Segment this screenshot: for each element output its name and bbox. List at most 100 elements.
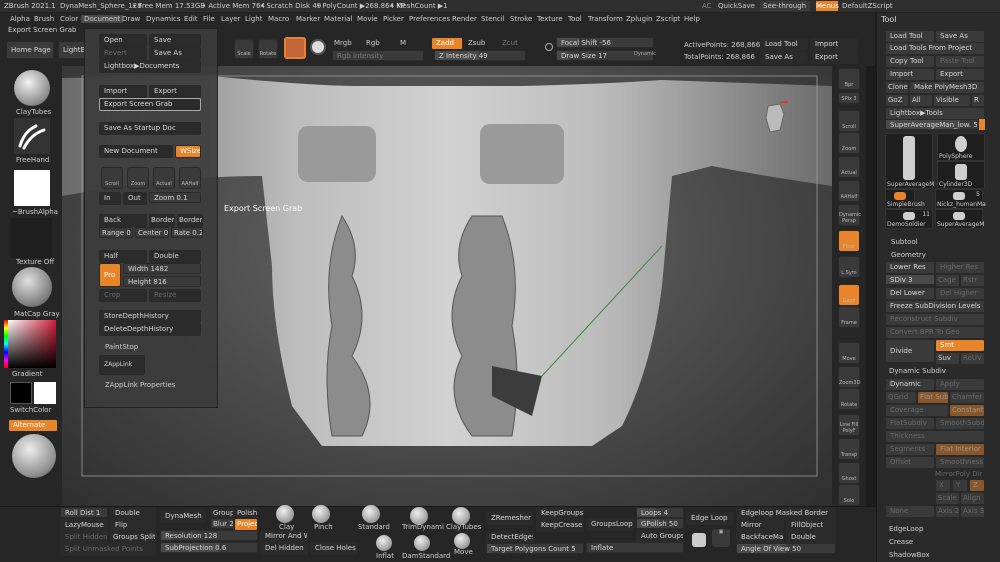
sdiv-slider[interactable]: SDiv 3	[885, 274, 935, 285]
copy-tool-button[interactable]: Copy Tool	[885, 55, 935, 68]
goz-button[interactable]: GoZ	[885, 94, 909, 107]
resolution-slider[interactable]: Resolution 128	[160, 530, 258, 541]
secondary-color-swatch[interactable]	[34, 382, 56, 404]
offset-slider[interactable]: Offset	[885, 456, 935, 469]
clone-button[interactable]: Clone	[885, 81, 909, 94]
scale-toggle[interactable]: Scale	[935, 492, 960, 505]
zoom-out-button[interactable]: Out	[123, 192, 147, 205]
menu-transform[interactable]: Transform	[588, 15, 623, 23]
r-button[interactable]: R	[971, 94, 985, 107]
tool-thumb[interactable]: SuperAverageM	[885, 133, 934, 189]
crop-button[interactable]: Crop	[99, 289, 147, 302]
pinch-brush-icon[interactable]	[312, 505, 330, 523]
half-button[interactable]: Half	[99, 250, 147, 263]
rotate-button[interactable]: Rotate	[258, 39, 278, 59]
bottom-material-sphere-icon[interactable]	[12, 434, 56, 478]
save-startup-doc-button[interactable]: Save As Startup Doc	[99, 122, 201, 135]
shelf-ghost-button[interactable]: Ghost	[838, 462, 860, 484]
convert-bpr-button[interactable]: Convert BPR To Geo	[885, 326, 985, 339]
close-holes-button[interactable]: Close Holes	[310, 542, 358, 555]
width-slider[interactable]: Width 1482	[123, 263, 201, 274]
primary-color-swatch[interactable]	[10, 382, 32, 404]
reuv-button[interactable]: ReUV	[960, 352, 985, 365]
qgrid-slider[interactable]: QGrid	[885, 391, 917, 404]
menu-movie[interactable]: Movie	[357, 15, 378, 23]
del-lower-button[interactable]: Del Lower	[885, 287, 935, 300]
focal-shift-slider[interactable]: Focal Shift -56	[556, 37, 654, 48]
rgb-toggle[interactable]: Rgb	[366, 39, 380, 47]
material-sphere-icon[interactable]	[284, 37, 306, 59]
revert-button[interactable]: Revert	[99, 47, 147, 60]
shadowbox-section[interactable]: ShadowBox	[889, 551, 930, 559]
target-polygons-slider[interactable]: Target Polygons Count 5	[486, 543, 584, 554]
none-toggle[interactable]: None	[885, 505, 935, 518]
shelf-rotate-button[interactable]: Rotate	[838, 388, 860, 410]
menu-dynamics[interactable]: Dynamics	[146, 15, 181, 23]
menu-zscript[interactable]: Zscript	[656, 15, 680, 23]
import-button[interactable]: Import	[810, 38, 858, 51]
menu-texture[interactable]: Texture	[537, 15, 563, 23]
all-button[interactable]: All	[909, 94, 933, 107]
menu-zplugin[interactable]: Zplugin	[626, 15, 652, 23]
shelf-solo-button[interactable]: Solo	[838, 484, 860, 506]
menu-layer[interactable]: Layer	[221, 15, 241, 23]
camera-icon[interactable]	[692, 533, 706, 547]
current-tool-slider[interactable]: SuperAverageMan_low. 51	[885, 119, 979, 130]
menu-edit[interactable]: Edit	[184, 15, 198, 23]
y-toggle[interactable]: Y	[952, 479, 968, 492]
matcap-material-icon[interactable]	[12, 267, 52, 307]
load-tool-button[interactable]: Load Tool	[760, 38, 808, 51]
shelf-bpr-button[interactable]: Bpr	[838, 68, 860, 90]
visible-button[interactable]: Visible	[933, 94, 971, 107]
brush-icon[interactable]	[310, 39, 326, 55]
shelf-transp-button[interactable]: Transp	[838, 438, 860, 460]
higher-res-button[interactable]: Higher Res	[935, 261, 985, 274]
flat-interior-toggle[interactable]: Flat Interior	[935, 443, 985, 456]
resize-button[interactable]: Resize	[149, 289, 201, 302]
freehand-stroke-icon[interactable]	[14, 118, 50, 154]
apply-button[interactable]: Apply	[935, 378, 985, 391]
menu-render[interactable]: Render	[452, 15, 477, 23]
inflate-slider[interactable]: Inflate	[586, 542, 684, 553]
switch-color-button[interactable]: SwitchColor	[10, 406, 51, 414]
shelf-spix-3-button[interactable]: SPix 3	[838, 92, 860, 104]
split-unmasked-button[interactable]: Split Unmasked Points	[60, 543, 156, 556]
flat-subdiv-slider[interactable]: Flat Subdiv	[917, 391, 949, 404]
store-depth-history-button[interactable]: StoreDepthHistory	[99, 310, 201, 323]
shelf-l-sym-button[interactable]: L.Sym	[838, 256, 860, 278]
wsize-button[interactable]: WSize	[175, 145, 201, 158]
menu-macro[interactable]: Macro	[268, 15, 289, 23]
thickness-slider[interactable]: Thickness	[885, 430, 985, 443]
save-as-doc-button[interactable]: Save As	[149, 47, 201, 60]
menu-material[interactable]: Material	[324, 15, 352, 23]
menu-preferences[interactable]: Preferences	[409, 15, 450, 23]
cage-button[interactable]: Cage	[935, 274, 960, 287]
del-hidden-button[interactable]: Del Hidden	[260, 542, 308, 555]
m-toggle[interactable]: M	[400, 39, 406, 47]
crease-section[interactable]: Crease	[889, 538, 913, 546]
dynamic-toggle[interactable]: Dynamic	[885, 378, 935, 391]
gpolish-slider[interactable]: GPolish 50	[636, 518, 684, 529]
zcut-toggle[interactable]: Zcut	[502, 39, 518, 47]
align-toggle[interactable]: Align	[960, 492, 985, 505]
dynamesh-button[interactable]: DynaMesh	[160, 510, 206, 523]
menu-brush[interactable]: Brush	[34, 15, 54, 23]
zsub-toggle[interactable]: Zsub	[468, 39, 485, 47]
rgb-intensity-slider[interactable]: Rgb Intensity	[332, 50, 424, 61]
export-button[interactable]: Export	[810, 51, 858, 64]
subprojection-slider[interactable]: SubProjection 0.6	[160, 542, 258, 553]
rate-slider[interactable]: Rate 0.25	[171, 227, 203, 238]
constant-toggle[interactable]: Constant	[949, 404, 985, 417]
color-picker-swatch[interactable]	[8, 320, 56, 368]
home-page-button[interactable]: Home Page	[6, 41, 54, 59]
menu-picker[interactable]: Picker	[383, 15, 404, 23]
see-through-slider[interactable]: See-through 0	[760, 1, 810, 20]
groupsloops-button[interactable]: GroupsLoops	[586, 518, 634, 531]
shelf-gxyz-button[interactable]: Gxyz	[838, 284, 860, 306]
quicksave-button[interactable]: QuickSave	[718, 2, 755, 10]
tool-thumb[interactable]: Nickz_humanMa 5	[935, 189, 986, 209]
coverage-slider[interactable]: Coverage	[885, 404, 949, 417]
shelf-frame-button[interactable]: Frame	[838, 306, 860, 328]
claytubes-brush-icon[interactable]	[14, 70, 50, 106]
import-doc-button[interactable]: Import	[99, 85, 147, 98]
